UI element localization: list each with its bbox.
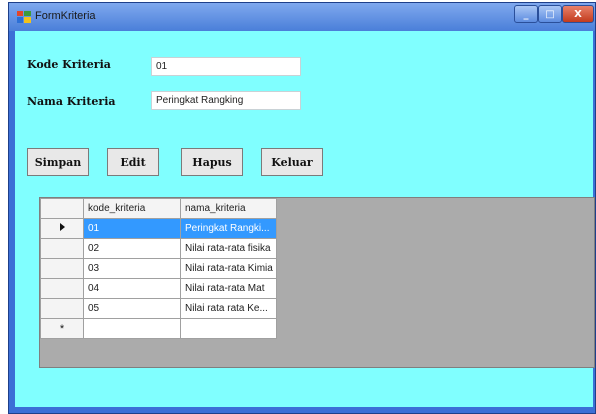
cell-nama[interactable]: Nilai rata-rata Kimia — [180, 258, 277, 279]
new-row[interactable]: * — [40, 318, 277, 339]
kode-kriteria-label: Kode Kriteria — [27, 58, 111, 71]
row-header[interactable] — [40, 238, 84, 259]
minimize-icon: _ — [523, 8, 529, 20]
cell-kode[interactable]: 05 — [83, 298, 181, 319]
kriteria-data-grid[interactable]: kode_kriteria nama_kriteria 01 Peringkat… — [39, 197, 595, 368]
new-row-icon: * — [59, 322, 65, 335]
row-header[interactable]: * — [40, 318, 84, 339]
column-header-kode[interactable]: kode_kriteria — [83, 198, 181, 219]
cell-kode[interactable]: 04 — [83, 278, 181, 299]
cell-kode[interactable]: 03 — [83, 258, 181, 279]
nama-kriteria-label: Nama Kriteria — [27, 95, 116, 108]
form-client-area: Kode Kriteria 01 Nama Kriteria Peringkat… — [15, 31, 595, 407]
row-header[interactable] — [40, 258, 84, 279]
table-row[interactable]: 02 Nilai rata-rata fisika — [40, 238, 277, 259]
cell-kode[interactable]: 01 — [83, 218, 181, 239]
title-bar[interactable]: FormKriteria _ □ X — [9, 3, 595, 31]
cell-nama[interactable]: Nilai rata rata Ke... — [180, 298, 277, 319]
row-header[interactable] — [40, 298, 84, 319]
form-kriteria-window: FormKriteria _ □ X Kode Kriteria 01 Nama… — [8, 2, 596, 414]
cell-kode[interactable]: 02 — [83, 238, 181, 259]
window-title: FormKriteria — [35, 10, 96, 22]
minimize-button[interactable]: _ — [514, 5, 538, 23]
maximize-icon: □ — [545, 8, 555, 20]
row-header[interactable] — [40, 278, 84, 299]
close-icon: X — [574, 8, 582, 20]
table-row[interactable]: 04 Nilai rata-rata Mat — [40, 278, 277, 299]
nama-kriteria-input[interactable]: Peringkat Rangking — [151, 91, 301, 110]
grid-header-row: kode_kriteria nama_kriteria — [40, 198, 277, 219]
row-header-corner[interactable] — [40, 198, 84, 219]
row-header[interactable] — [40, 218, 84, 239]
cell-nama[interactable]: Nilai rata-rata Mat — [180, 278, 277, 299]
column-header-nama[interactable]: nama_kriteria — [180, 198, 277, 219]
app-icon — [17, 11, 31, 23]
close-button[interactable]: X — [562, 5, 594, 23]
hapus-button[interactable]: Hapus — [181, 148, 243, 176]
simpan-button[interactable]: Simpan — [27, 148, 89, 176]
table-row[interactable]: 01 Peringkat Rangki... — [40, 218, 277, 239]
keluar-button[interactable]: Keluar — [261, 148, 323, 176]
maximize-button[interactable]: □ — [538, 5, 562, 23]
table-row[interactable]: 03 Nilai rata-rata Kimia — [40, 258, 277, 279]
table-row[interactable]: 05 Nilai rata rata Ke... — [40, 298, 277, 319]
cell-nama[interactable]: Nilai rata-rata fisika — [180, 238, 277, 259]
row-pointer-icon — [59, 223, 65, 231]
edit-button[interactable]: Edit — [107, 148, 159, 176]
cell-nama[interactable]: Peringkat Rangki... — [180, 218, 277, 239]
grid-table: kode_kriteria nama_kriteria 01 Peringkat… — [40, 198, 277, 339]
kode-kriteria-input[interactable]: 01 — [151, 57, 301, 76]
cell-kode[interactable] — [83, 318, 181, 339]
cell-nama[interactable] — [180, 318, 277, 339]
